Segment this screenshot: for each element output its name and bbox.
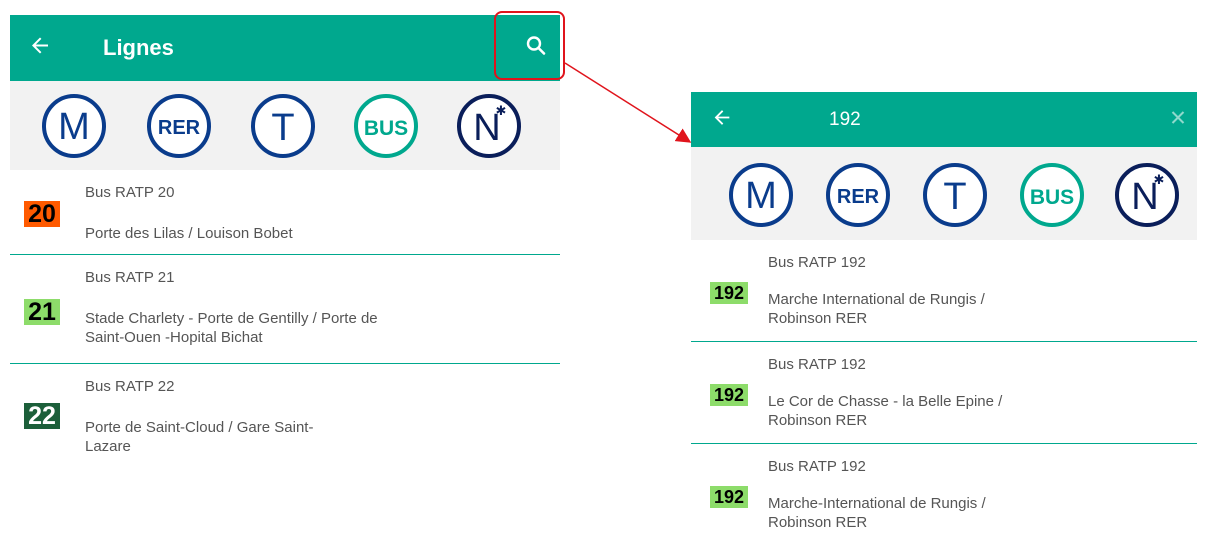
annotation-arrow <box>564 62 692 143</box>
